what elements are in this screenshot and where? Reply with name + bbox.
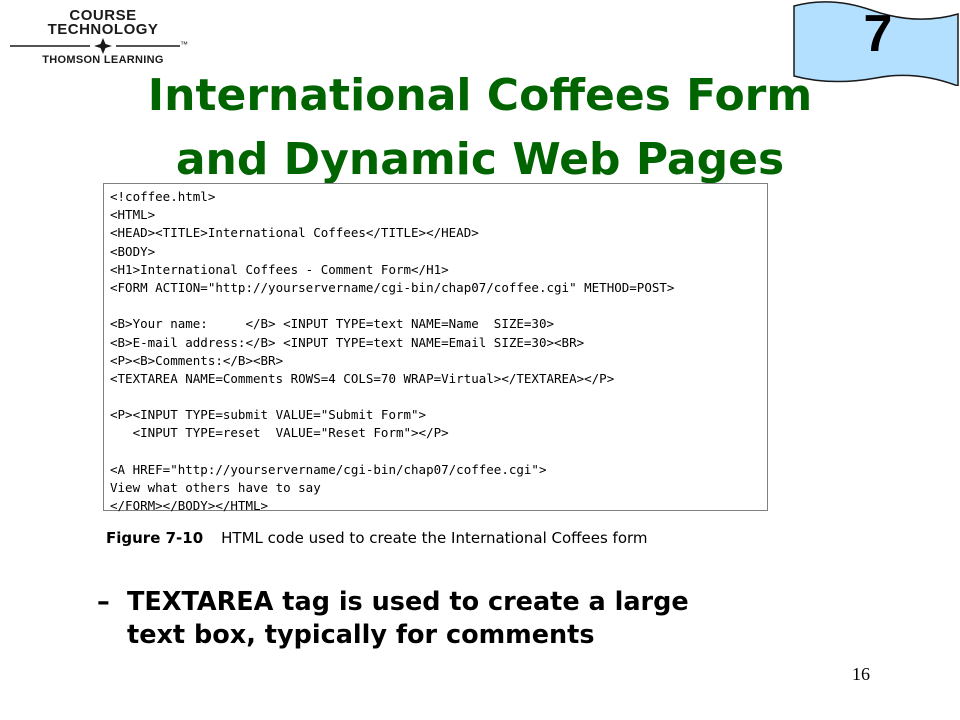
code-listing: <!coffee.html> <HTML> <HEAD><TITLE>Interna… [103, 183, 768, 513]
code-line: <A HREF="http://yourservername/cgi-bin/c… [110, 461, 547, 477]
figure-caption-text: HTML code used to create the Internation… [221, 529, 648, 547]
code-line: <H1>International Coffees - Comment Form… [110, 261, 449, 277]
figure-caption: Figure 7-10 HTML code used to create the … [106, 529, 648, 547]
code-line: <FORM ACTION="http://yourservername/cgi-… [110, 279, 675, 295]
bullet-point: – TEXTAREA tag is used to create a large… [97, 586, 857, 652]
page-number: 16 [852, 664, 870, 684]
slide-title: International Coffees Form and Dynamic W… [80, 64, 880, 192]
bullet-text-line-2: text box, typically for comments [127, 620, 595, 650]
code-line: <INPUT TYPE=reset VALUE="Reset Form"></P… [110, 425, 449, 441]
code-line: </FORM></BODY></HTML> [110, 498, 269, 514]
code-line: <P><INPUT TYPE=submit VALUE="Submit Form… [110, 407, 427, 423]
logo-line-technology: TECHNOLOGY [47, 21, 159, 38]
slide-title-line-1: International Coffees Form [147, 70, 813, 121]
code-line: <B>Your name: </B> <INPUT TYPE=text NAME… [110, 316, 555, 332]
logo-star-rule-icon [10, 38, 180, 54]
code-line: <HEAD><TITLE>International Coffees</TITL… [110, 225, 479, 241]
code-line: <HTML> [110, 207, 156, 223]
code-line: <P><B>Comments:</B><BR> [110, 352, 284, 368]
code-line: <!coffee.html> [110, 189, 216, 204]
bullet-text-line-1: TEXTAREA tag is used to create a large [127, 587, 689, 617]
code-line: <B>E-mail address:</B> <INPUT TYPE=text … [110, 334, 585, 350]
code-line: View what others have to say [110, 480, 321, 495]
code-line: <TEXTAREA NAME=Comments ROWS=4 COLS=70 W… [110, 370, 615, 386]
publisher-logo: COURSE TECHNOLOGY ™ THOMSON LEARNING [8, 4, 198, 72]
bullet-dash: – [97, 587, 110, 617]
code-line: <BODY> [110, 243, 156, 259]
figure-label: Figure 7-10 [106, 529, 204, 547]
logo-trademark: ™ [180, 40, 188, 49]
chapter-number: 7 [863, 5, 893, 63]
